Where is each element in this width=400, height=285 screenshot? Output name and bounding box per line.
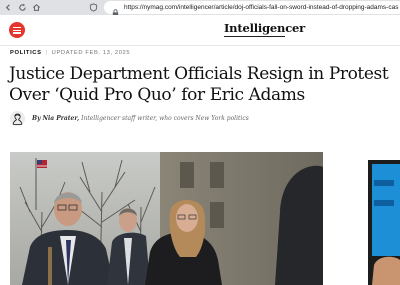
shield-icon[interactable] <box>86 0 100 15</box>
logo-underline <box>224 36 285 37</box>
site-header: Intelligencer <box>0 15 400 46</box>
author-avatar[interactable] <box>10 111 25 126</box>
site-logo[interactable]: Intelligencer <box>224 21 305 35</box>
byline-text: By Nia Prater, Intelligencer staff write… <box>32 115 249 122</box>
article-headline: Justice Department Officials Resign in P… <box>9 64 389 105</box>
hamburger-menu-icon[interactable] <box>9 22 25 38</box>
side-ad-image[interactable] <box>368 160 400 285</box>
hero-photo[interactable] <box>10 152 323 285</box>
browser-toolbar: https://nymag.com/intelligencer/article/… <box>0 0 400 17</box>
section-link[interactable]: POLITICS <box>10 50 42 56</box>
reload-icon[interactable] <box>15 0 29 15</box>
article-kicker: POLITICS | UPDATED FEB. 13, 2025 <box>10 50 130 56</box>
address-bar[interactable]: https://nymag.com/intelligencer/article/… <box>104 1 400 17</box>
updated-date: UPDATED FEB. 13, 2025 <box>51 50 131 56</box>
author-name[interactable]: Nia Prater, <box>42 115 79 122</box>
kicker-divider: | <box>45 50 48 56</box>
back-arrow-icon[interactable] <box>1 0 15 15</box>
author-description: Intelligencer staff writer, who covers N… <box>81 115 249 122</box>
home-icon[interactable] <box>29 0 43 15</box>
byline-prefix: By <box>32 115 41 122</box>
url-text[interactable]: https://nymag.com/intelligencer/article/… <box>124 1 400 14</box>
